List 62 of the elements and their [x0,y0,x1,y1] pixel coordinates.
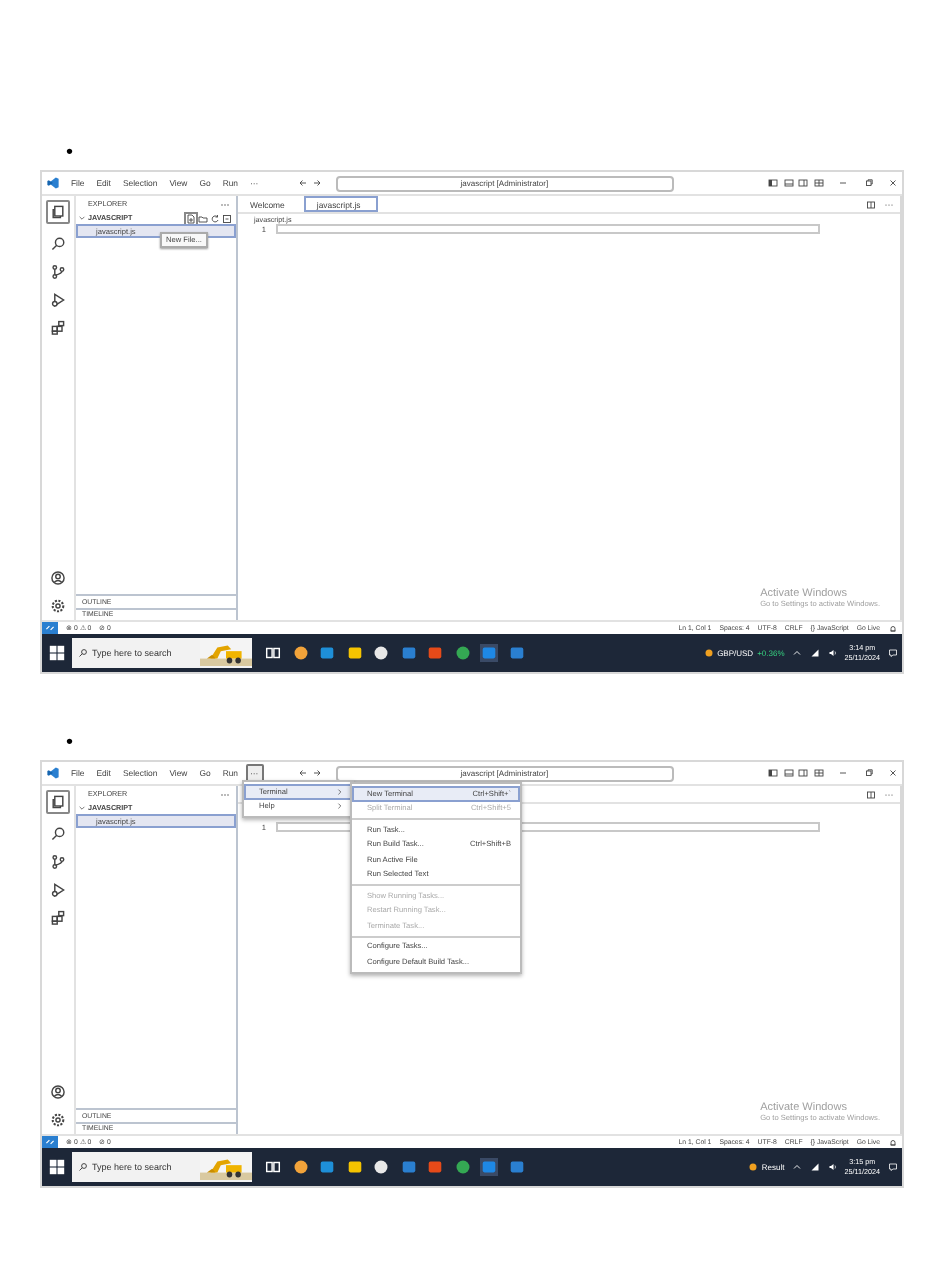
chevron-up-icon[interactable] [792,1162,803,1172]
bell-icon[interactable] [888,1137,898,1147]
search-icon [78,648,88,658]
back-arrow-icon[interactable] [297,178,308,188]
task-view-icon[interactable] [264,1158,282,1176]
files-icon[interactable] [46,790,70,814]
new-file-icon[interactable] [186,213,196,223]
secondary-sidebar-icon[interactable] [798,178,808,188]
restore-icon[interactable] [863,768,873,778]
account-icon[interactable] [50,1084,66,1100]
play-bug-icon[interactable] [50,882,66,898]
branch-icon[interactable] [50,854,66,870]
windows-start-icon[interactable] [48,1158,66,1176]
panel-toggle-icon[interactable] [783,768,793,778]
sidebar-toggle-icon[interactable] [768,768,778,778]
vscode-logo-icon [46,176,60,190]
layout-icon[interactable] [813,768,823,778]
windows-start-icon[interactable] [48,644,66,662]
notification-icon[interactable] [888,648,898,658]
extensions-icon[interactable] [50,320,66,336]
chevron-down-icon [78,804,86,812]
forward-arrow-icon[interactable] [311,178,322,188]
widget-icon [703,648,714,658]
forward-arrow-icon[interactable] [311,768,322,778]
search-icon[interactable] [50,826,66,842]
files-icon[interactable] [46,200,70,224]
remote-icon[interactable] [42,622,58,634]
back-arrow-icon[interactable] [297,768,308,778]
widget-icon [747,1162,758,1172]
play-bug-icon[interactable] [50,292,66,308]
notification-icon[interactable] [888,1162,898,1172]
chevron-down-icon [78,214,86,222]
split-editor-icon[interactable] [866,789,876,799]
extensions-icon[interactable] [50,910,66,926]
close-icon[interactable] [888,768,898,778]
secondary-sidebar-icon[interactable] [798,768,808,778]
settings-icon[interactable] [50,598,66,614]
bell-icon[interactable] [888,623,898,633]
new-folder-icon[interactable] [198,213,208,223]
network-icon[interactable] [810,648,821,658]
layout-icon[interactable] [813,178,823,188]
volume-icon[interactable] [828,648,839,658]
branch-icon[interactable] [50,264,66,280]
remote-icon[interactable] [42,1136,58,1148]
panel-toggle-icon[interactable] [783,178,793,188]
refresh-icon[interactable] [210,213,220,223]
search-icon[interactable] [50,236,66,252]
sidebar-toggle-icon[interactable] [768,178,778,188]
account-icon[interactable] [50,570,66,586]
split-editor-icon[interactable] [866,199,876,209]
vscode-logo-icon [46,766,60,780]
settings-icon[interactable] [50,1112,66,1128]
chevron-up-icon[interactable] [792,648,803,658]
collapse-icon[interactable] [222,213,232,223]
volume-icon[interactable] [828,1162,839,1172]
search-icon [78,1162,88,1172]
close-icon[interactable] [888,178,898,188]
bullet: • [66,143,74,163]
task-view-icon[interactable] [264,644,282,662]
bullet: • [66,733,74,753]
restore-icon[interactable] [863,178,873,188]
network-icon[interactable] [810,1162,821,1172]
